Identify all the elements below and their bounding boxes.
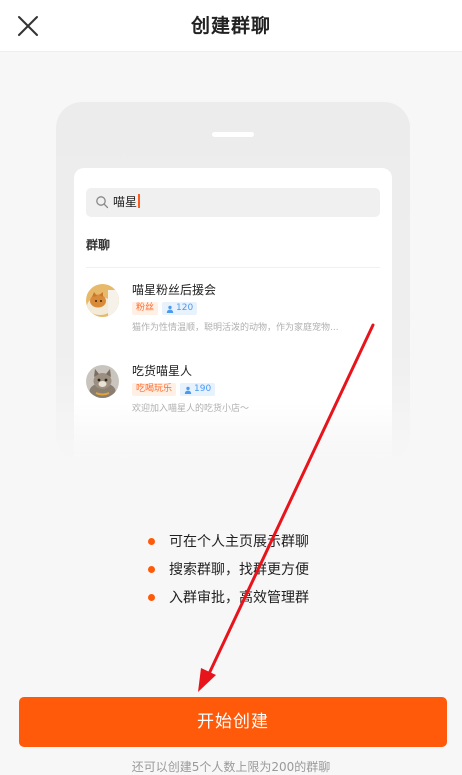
group-name: 喵星粉丝后援会: [132, 283, 217, 297]
page-title: 创建群聊: [190, 15, 271, 37]
cat-avatar-icon: [86, 365, 119, 398]
cat-avatar-icon: [86, 284, 119, 317]
section-label: 群聊: [86, 238, 111, 252]
group-tags: 吃喝玩乐 190: [132, 383, 216, 396]
member-count-badge: 120: [162, 302, 198, 315]
start-create-button[interactable]: 开始创建: [19, 697, 447, 747]
category-tag: 粉丝: [132, 302, 159, 315]
search-query: 喵星: [113, 188, 140, 217]
phone-illustration: 喵星 群聊 喵星粉丝后援会 粉丝 120 猫作为性情温顺，聪明活泼的动物，作为家…: [56, 102, 410, 462]
group-description: 欢迎加入喵星人的吃货小店～: [132, 404, 250, 414]
group-avatar: [86, 365, 119, 398]
group-name: 吃货喵星人: [132, 364, 193, 378]
phone-screen: 喵星 群聊 喵星粉丝后援会 粉丝 120 猫作为性情温顺，聪明活泼的动物，作为家…: [74, 168, 392, 462]
quota-notice: 还可以创建5个人数上限为200的群聊: [131, 760, 331, 774]
bullet-dot: [148, 594, 155, 601]
member-count-badge: 190: [180, 383, 216, 396]
person-icon: [166, 305, 174, 313]
text-caret: [138, 194, 140, 208]
group-description: 猫作为性情温顺，聪明活泼的动物，作为家庭宠物...: [132, 323, 339, 333]
bullet-dot: [148, 538, 155, 545]
search-icon: [96, 196, 109, 209]
group-tags: 粉丝 120: [132, 302, 198, 315]
feature-list: 可在个人主页展示群聊 搜索群聊，找群更方便 入群审批，高效管理群: [148, 528, 309, 612]
feature-item: 搜索群聊，找群更方便: [148, 556, 309, 584]
feature-item: 可在个人主页展示群聊: [148, 528, 309, 556]
group-item: 喵星粉丝后援会 粉丝 120 猫作为性情温顺，聪明活泼的动物，作为家庭宠物...: [86, 283, 380, 344]
feature-item: 入群审批，高效管理群: [148, 584, 309, 612]
group-item: 吃货喵星人 吃喝玩乐 190 欢迎加入喵星人的吃货小店～: [86, 364, 380, 425]
group-avatar: [86, 284, 119, 317]
divider: [86, 267, 380, 268]
header-bar: 创建群聊: [0, 0, 462, 52]
phone-speaker: [212, 132, 254, 137]
category-tag: 吃喝玩乐: [132, 383, 177, 396]
person-icon: [184, 386, 192, 394]
search-box: 喵星: [86, 188, 380, 217]
bullet-dot: [148, 566, 155, 573]
